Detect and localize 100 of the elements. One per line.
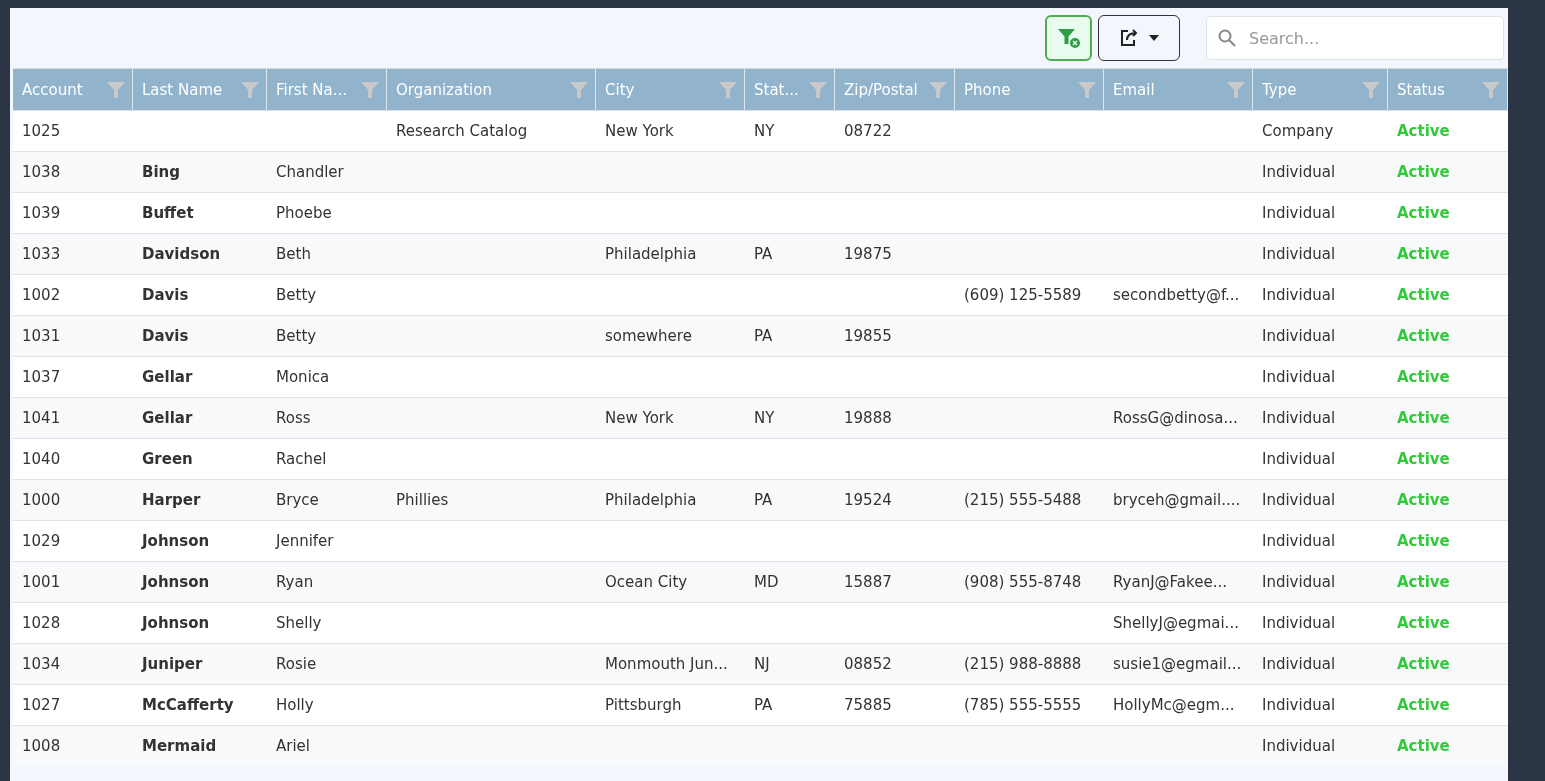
filter-icon[interactable] (1361, 79, 1381, 100)
table-cell-text: NY (753, 121, 776, 142)
table-cell-text: RossG@dinosa... (1112, 408, 1239, 429)
table-cell-text: Individual (1261, 613, 1337, 634)
table-cell-text: Individual (1261, 244, 1337, 265)
table-cell-text: Active (1396, 203, 1451, 224)
table-cell-text: 1002 (21, 285, 62, 306)
table-cell-text: HollyMc@egm... (1112, 695, 1236, 716)
table-cell-text: 08852 (843, 654, 893, 675)
table-cell-text: 1001 (21, 572, 62, 593)
table-cell-text: Mermaid (141, 736, 218, 757)
filter-icon[interactable] (106, 79, 126, 100)
table-cell-text: 19888 (843, 408, 893, 429)
table-cell-text: Research Catalog (395, 121, 529, 142)
table-cell-text: PA (753, 326, 774, 347)
table-cell-text: 1041 (21, 408, 62, 429)
table-cell-text: Beth (275, 244, 312, 265)
table-cell-text: Active (1396, 531, 1451, 552)
table-cell-text: Holly (275, 695, 315, 716)
table-cell-text: 08722 (843, 121, 893, 142)
filter-icon[interactable] (1481, 79, 1501, 100)
filter-icon[interactable] (808, 79, 828, 100)
table-cell-text: PA (753, 244, 774, 265)
table-cell-text: 1040 (21, 449, 62, 470)
table-cell-text: Davis (141, 326, 190, 347)
filter-icon[interactable] (718, 79, 738, 100)
table-cell-text: 1029 (21, 531, 62, 552)
table-cell-text: Individual (1261, 695, 1337, 716)
column-header-label: Stat... (754, 80, 799, 99)
filter-icon[interactable] (240, 79, 260, 100)
table-cell-text: Pittsburgh (604, 695, 683, 716)
table-cell-text: Individual (1261, 736, 1337, 757)
column-header-label: Last Name (142, 80, 223, 99)
table-cell-text: 1037 (21, 367, 62, 388)
filter-icon[interactable] (1077, 79, 1097, 100)
export-button[interactable] (1098, 15, 1180, 61)
table-cell-text: Jennifer (274, 531, 335, 552)
table-cell-text: Active (1396, 244, 1451, 265)
table-cell-text: Ocean City (604, 572, 689, 593)
table-cell-text: 1034 (21, 654, 62, 675)
column-header-label: Status (1397, 80, 1445, 99)
table-cell-text: MD (753, 572, 780, 593)
table-cell-text: Active (1396, 408, 1451, 429)
table-cell-text: Ross (275, 408, 312, 429)
filter-icon[interactable] (360, 79, 380, 100)
column-header-label: First Na... (276, 80, 348, 99)
column-header-label: Zip/Postal (844, 80, 918, 99)
table-cell-text: 1033 (21, 244, 62, 265)
column-header-label: City (605, 80, 635, 99)
table-cell-text: Individual (1261, 408, 1337, 429)
table-cell-text: Active (1396, 490, 1451, 511)
export-icon (1119, 28, 1139, 48)
table-cell-text: Rachel (275, 449, 328, 470)
table-cell-text: Individual (1261, 490, 1337, 511)
table-cell-text: secondbetty@f... (1112, 285, 1241, 306)
table-cell-text: Individual (1261, 449, 1337, 470)
table-cell-text: RyanJ@Fakee... (1112, 572, 1228, 593)
funnel-clear-icon (1056, 27, 1081, 49)
search-field[interactable]: Search... (1206, 16, 1504, 60)
table-cell-text: somewhere (604, 326, 693, 347)
column-header-label: Account (22, 80, 83, 99)
table-cell-text: Monica (275, 367, 331, 388)
filter-icon[interactable] (928, 79, 948, 100)
table-cell-text: (785) 555-5555 (963, 695, 1083, 716)
table-cell-text: Buffet (141, 203, 195, 224)
table-cell-text: Individual (1261, 531, 1337, 552)
filter-icon[interactable] (1226, 79, 1246, 100)
table-cell-text: 1038 (21, 162, 62, 183)
table-cell-text: Johnson (140, 572, 211, 593)
table-cell-text: Johnson (140, 613, 211, 634)
table-cell-text: Gellar (141, 408, 194, 429)
table-cell-text: McCafferty (141, 695, 235, 716)
table-cell-text: Individual (1261, 326, 1337, 347)
table-cell-text: Active (1396, 449, 1451, 470)
table-cell-text: Phoebe (275, 203, 333, 224)
table-cell-text: Juniper (140, 654, 204, 675)
table-cell-text: Individual (1261, 572, 1337, 593)
table-cell-text: Active (1396, 695, 1451, 716)
table-cell-text: 1008 (21, 736, 62, 757)
filter-icon[interactable] (569, 79, 589, 100)
clear-filter-button[interactable] (1045, 15, 1092, 61)
table-cell-text: Davidson (141, 244, 222, 265)
table-cell-text: Harper (141, 490, 202, 511)
table-cell-text: 1027 (21, 695, 62, 716)
table-cell-text: Davis (141, 285, 190, 306)
table-cell-text: Active (1396, 121, 1451, 142)
column-header-label: Phone (964, 80, 1011, 99)
caret-icon (1149, 35, 1159, 41)
column-header-label: Type (1262, 80, 1297, 99)
table-cell-text: (215) 988-8888 (963, 654, 1083, 675)
search-icon (1218, 29, 1236, 47)
table-cell-text: Ryan (275, 572, 315, 593)
table-cell-text: Individual (1261, 203, 1337, 224)
table-cell-text: Betty (275, 326, 318, 347)
table-cell-text: Philadelphia (604, 244, 698, 265)
table-cell-text: Rosie (275, 654, 318, 675)
table-cell-text: 1028 (21, 613, 62, 634)
table-cell-text: 1025 (21, 121, 62, 142)
table-cell-text: Chandler (275, 162, 345, 183)
table-cell-text: Active (1396, 285, 1451, 306)
